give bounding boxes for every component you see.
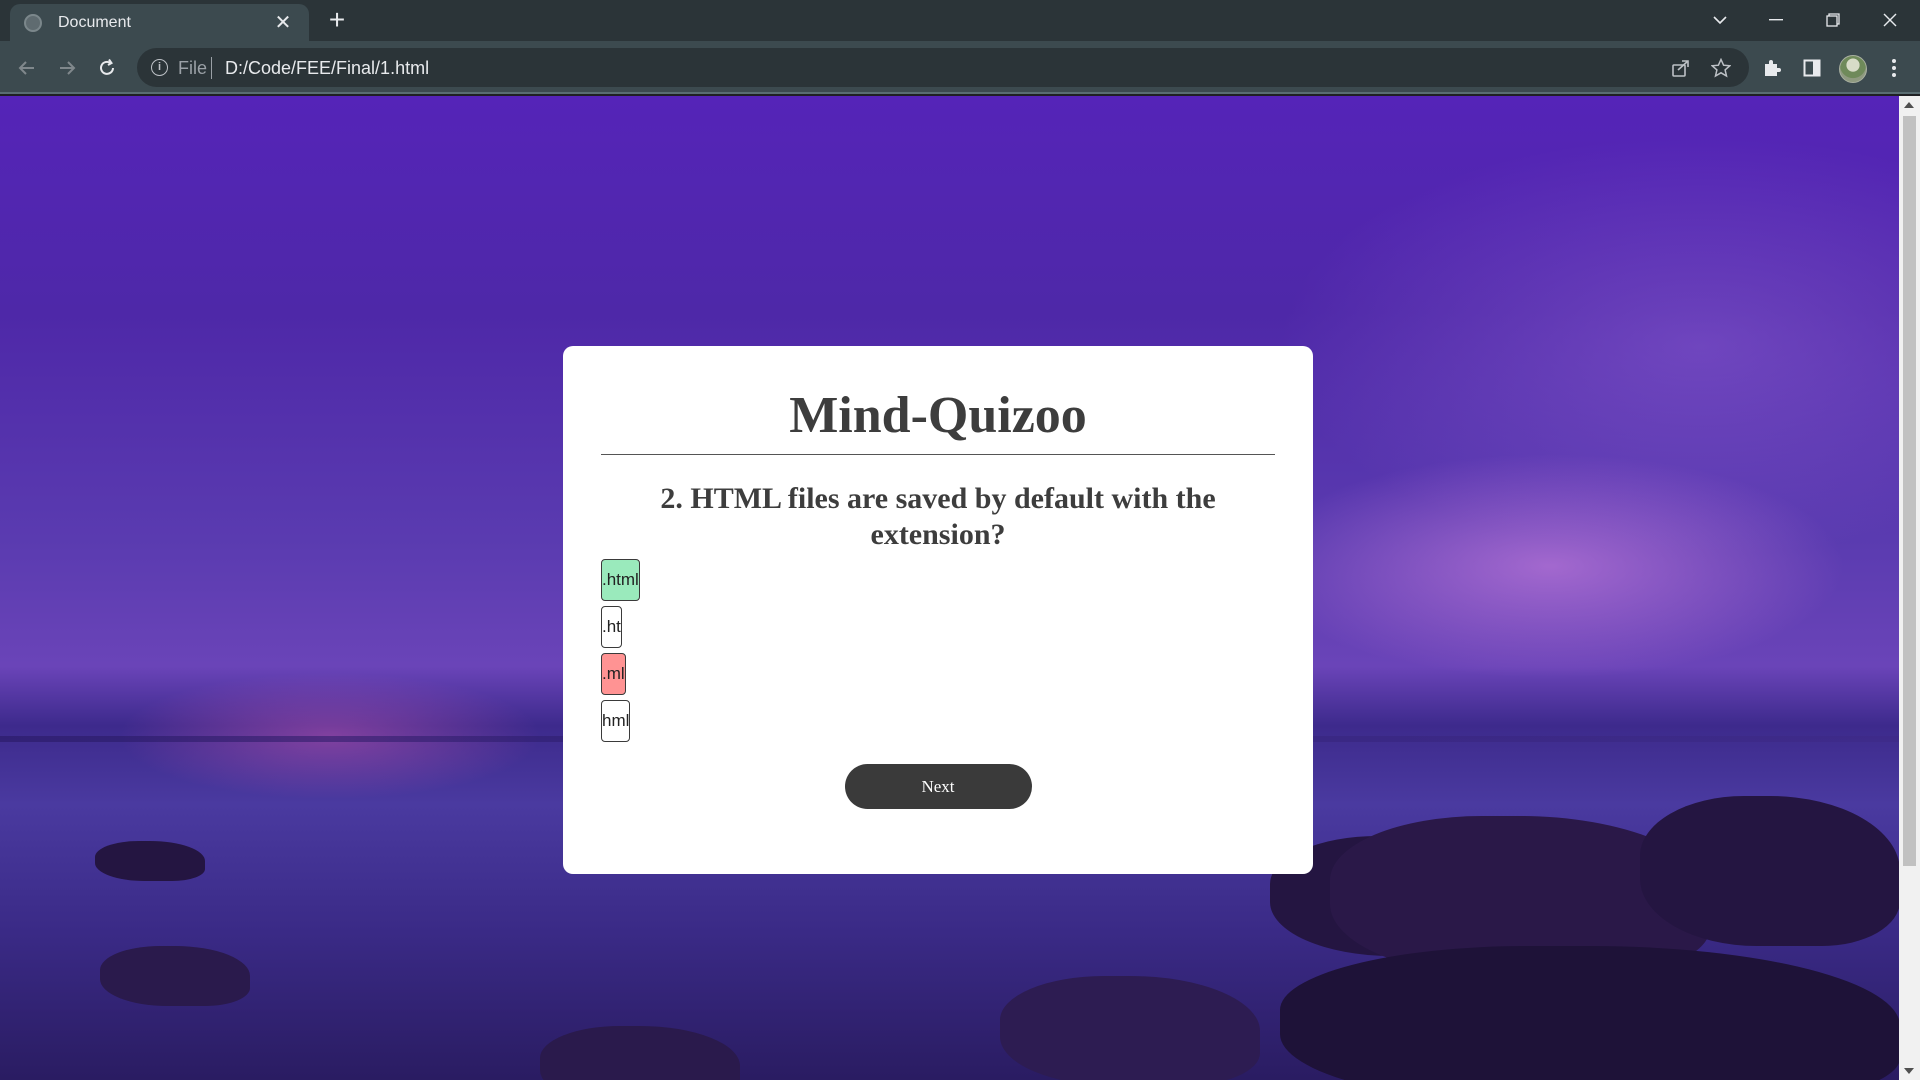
quiz-card: Mind-Quizoo 2. HTML files are saved by d… [563,346,1313,874]
side-panel-button[interactable] [1796,52,1828,84]
chevron-down-icon [1713,16,1727,25]
tab-search-button[interactable] [1692,0,1748,40]
rock [100,946,250,1006]
browser-toolbar: i File D:/Code/FEE/Final/1.html [0,41,1920,94]
page-viewport: Mind-Quizoo 2. HTML files are saved by d… [0,96,1899,1080]
address-bar[interactable]: i File D:/Code/FEE/Final/1.html [137,48,1749,87]
share-icon [1672,60,1689,77]
answer-option[interactable]: .ht [601,606,622,648]
star-icon [1711,58,1731,78]
next-button[interactable]: Next [844,764,1032,809]
reload-icon [100,58,114,75]
answer-list: .html .ht .ml hml [601,559,1275,742]
globe-icon [24,13,42,32]
info-icon[interactable]: i [151,59,168,76]
rock [1000,976,1260,1080]
quiz-title: Mind-Quizoo [789,387,1087,444]
url-text[interactable]: D:/Code/FEE/Final/1.html [225,58,429,79]
page-scrollbar[interactable] [1899,96,1920,1080]
extensions-button[interactable] [1756,52,1788,84]
rock [1640,796,1899,946]
answer-option[interactable]: hml [601,700,631,742]
puzzle-icon [1765,60,1781,76]
omnibox-divider [211,57,212,79]
menu-button[interactable] [1878,52,1910,84]
rock [95,841,205,881]
tab-document[interactable]: Document ✕ [10,4,309,41]
kebab-menu-icon [1892,59,1896,77]
scroll-up-arrow[interactable] [1904,102,1914,108]
close-tab-icon[interactable]: ✕ [271,10,295,35]
close-icon [1883,13,1897,27]
title-divider [601,454,1275,455]
minimize-icon [1769,19,1783,21]
restore-button[interactable] [1805,0,1861,40]
scroll-down-arrow[interactable] [1904,1068,1914,1074]
new-tab-button[interactable]: + [322,6,352,36]
bookmark-button[interactable] [1709,56,1733,80]
rock [540,1026,740,1080]
profile-avatar[interactable] [1839,55,1867,83]
arrow-left-icon [18,61,34,75]
tab-strip: Document ✕ + [0,0,1920,41]
question-text: 2. HTML files are saved by default with … [660,482,1216,551]
reload-button[interactable] [90,51,124,85]
scroll-thumb[interactable] [1903,116,1916,866]
answer-option[interactable]: .html [601,559,640,601]
forward-button[interactable] [50,51,84,85]
answer-option[interactable]: .ml [601,653,626,695]
back-button[interactable] [10,51,44,85]
side-panel-icon [1803,59,1821,77]
share-button[interactable] [1669,56,1693,80]
minimize-button[interactable] [1748,0,1804,40]
tab-title: Document [58,13,131,31]
arrow-right-icon [60,61,76,75]
close-window-button[interactable] [1862,0,1918,40]
scheme-label: File [178,58,208,78]
restore-icon [1826,13,1840,27]
rock [1280,946,1899,1080]
